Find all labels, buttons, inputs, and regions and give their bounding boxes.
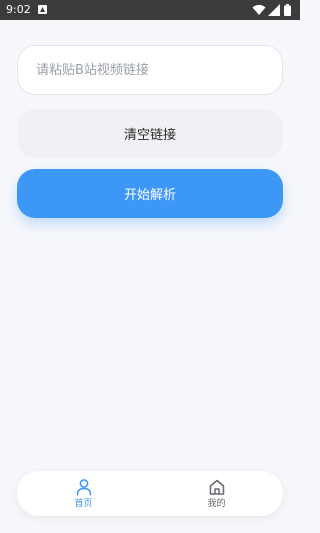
app-screen: 9:02 清空链接 开始解析 — [0, 0, 300, 533]
nav-label-home: 首页 — [74, 498, 93, 509]
signal-icon — [268, 4, 280, 16]
clear-link-button[interactable]: 清空链接 — [17, 109, 283, 158]
app-notification-icon — [38, 5, 47, 14]
nav-item-mine[interactable]: 我的 — [150, 471, 283, 516]
nav-label-mine: 我的 — [207, 498, 226, 509]
nav-item-home[interactable]: 首页 — [17, 471, 150, 516]
bilibili-link-input[interactable] — [17, 45, 283, 95]
status-icons — [252, 4, 294, 16]
user-icon — [76, 478, 91, 495]
status-bar: 9:02 — [0, 0, 300, 20]
start-parse-button[interactable]: 开始解析 — [17, 169, 283, 218]
wifi-icon — [252, 4, 266, 15]
bottom-nav: 首页 我的 — [17, 471, 283, 516]
battery-icon — [284, 4, 291, 16]
status-time: 9:02 — [6, 3, 31, 16]
home-icon — [209, 479, 224, 495]
